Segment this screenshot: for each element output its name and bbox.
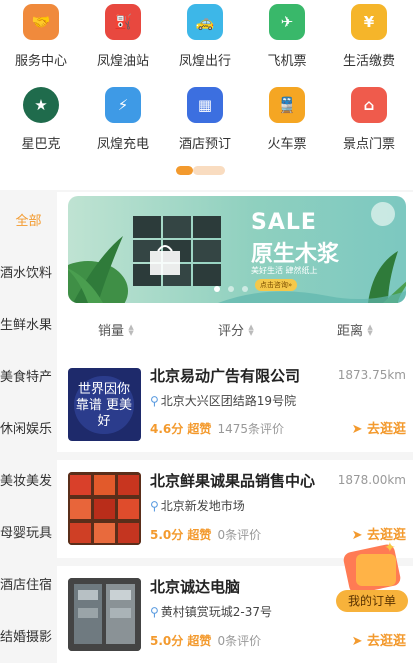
service-item[interactable]: ¥ 生活缴费 xyxy=(328,0,410,80)
shop-distance: 1873.75km xyxy=(337,368,406,382)
sort-sales[interactable]: 销量 ▲ ▼ xyxy=(98,320,135,339)
banner-dot xyxy=(228,286,234,292)
category-item-leisure[interactable]: 休闲娱乐 xyxy=(0,415,57,445)
order-clipboard-icon-front xyxy=(356,554,396,586)
service-label: 景点门票 xyxy=(342,137,395,152)
fuel-pump-icon: ⛽ xyxy=(105,4,141,40)
shop-thumbnail xyxy=(68,578,141,651)
store-front-image xyxy=(68,578,141,651)
sort-distance-label: 距离 xyxy=(337,324,364,339)
shop-rating: 5.0分 超赞 0条评价 xyxy=(150,634,262,648)
airplane-icon: ✈ xyxy=(269,4,305,40)
service-grid: 🤝 服务中心 ⛽ 凤煌油站 🚕 凤煌出行 ✈ 飞机票 ¥ 生活缴费 ★ 星巴克 … xyxy=(0,0,413,190)
category-sidebar: 全部 酒水饮料 生鲜水果 美食特产 休闲娱乐 美妆美发 母婴玩具 酒店住宿 结婚… xyxy=(0,192,57,663)
hotel-icon: ▦ xyxy=(187,87,223,123)
sort-distance[interactable]: 距离 ▲ ▼ xyxy=(337,320,374,339)
service-label: 星巴克 xyxy=(21,137,61,152)
send-icon: ➤ xyxy=(351,634,367,649)
category-item-local-food[interactable]: 美食特产 xyxy=(0,363,57,393)
service-label: 凤煌充电 xyxy=(96,137,149,152)
sparkle-icon: ✦ xyxy=(384,540,396,556)
category-item-drinks[interactable]: 酒水饮料 xyxy=(0,259,57,289)
service-item[interactable]: 🚆 火车票 xyxy=(246,83,328,163)
shop-address: ⚲ 黄村镇赏玩城2-37号 xyxy=(150,605,273,619)
service-item[interactable]: ✈ 飞机票 xyxy=(246,0,328,80)
sort-arrows-icon: ▲ ▼ xyxy=(248,322,254,337)
shop-address: ⚲ 北京新发地市场 xyxy=(150,499,245,513)
service-item[interactable]: ⚡ 凤煌充电 xyxy=(82,83,164,163)
service-item[interactable]: ⌂ 景点门票 xyxy=(328,83,410,163)
service-item[interactable]: ▦ 酒店预订 xyxy=(164,83,246,163)
shop-logo-text: 世界因你 靠谱 更美好 xyxy=(74,376,134,434)
sort-arrows-icon: ▲ ▼ xyxy=(128,322,134,337)
sort-rating-label: 评分 xyxy=(218,324,245,339)
charger-icon: ⚡ xyxy=(105,87,141,123)
coin-icon: ¥ xyxy=(351,4,387,40)
shop-thumbnail xyxy=(68,472,141,545)
shop-distance: 1878.00km xyxy=(337,473,406,487)
attraction-icon: ⌂ xyxy=(351,87,387,123)
starbucks-icon: ★ xyxy=(23,87,59,123)
shop-rating: 5.0分 超赞 0条评价 xyxy=(150,528,262,542)
handshake-icon: 🤝 xyxy=(23,4,59,40)
location-pin-icon: ⚲ xyxy=(150,605,159,619)
sort-arrows-icon: ▲ ▼ xyxy=(367,322,373,337)
visit-shop-button[interactable]: ➤ 去逛逛 xyxy=(352,418,406,437)
service-label: 飞机票 xyxy=(267,54,307,69)
service-label: 凤煌油站 xyxy=(96,54,149,69)
banner-dot xyxy=(242,286,248,292)
fruit-boxes-image xyxy=(68,472,141,545)
shop-thumbnail: 世界因你 靠谱 更美好 xyxy=(68,368,141,441)
category-item-beauty[interactable]: 美妆美发 xyxy=(0,467,57,497)
banner-tags: 美好生活 肆然纸上 xyxy=(251,266,318,275)
banner-dot-active xyxy=(214,286,220,292)
location-pin-icon: ⚲ xyxy=(150,499,159,513)
banner-sale-text: SALE xyxy=(251,210,317,235)
service-item[interactable]: 🚕 凤煌出行 xyxy=(164,0,246,80)
service-label: 凤煌出行 xyxy=(178,54,231,69)
banner-illustration xyxy=(68,202,406,303)
pager-indicator-active xyxy=(176,166,193,175)
category-item-hotel[interactable]: 酒店住宿 xyxy=(0,571,57,601)
promo-banner[interactable]: SALE 原生木浆 美好生活 肆然纸上 点击咨询» xyxy=(68,196,406,303)
pager-indicator xyxy=(193,166,225,175)
sort-rating[interactable]: 评分 ▲ ▼ xyxy=(218,320,255,339)
service-item[interactable]: ⛽ 凤煌油站 xyxy=(82,0,164,80)
location-pin-icon: ⚲ xyxy=(150,394,159,408)
service-item[interactable]: 🤝 服务中心 xyxy=(0,0,82,80)
sort-bar: 销量 ▲ ▼ 评分 ▲ ▼ 距离 ▲ ▼ xyxy=(57,314,413,344)
shop-name: 北京鲜果诚果品销售中心 xyxy=(150,472,316,490)
service-item[interactable]: ★ 星巴克 xyxy=(0,83,82,163)
shop-address: ⚲ 北京大兴区团结路19号院 xyxy=(150,394,297,408)
service-label: 生活缴费 xyxy=(342,54,395,69)
category-item-baby-toys[interactable]: 母婴玩具 xyxy=(0,519,57,549)
service-label: 火车票 xyxy=(267,137,307,152)
my-orders-label: 我的订单 xyxy=(336,590,408,612)
shop-name: 北京易动广告有限公司 xyxy=(150,367,301,385)
service-label: 酒店预订 xyxy=(178,137,231,152)
banner-title: 原生木浆 xyxy=(251,242,340,267)
shop-name: 北京诚达电脑 xyxy=(150,578,241,596)
category-item-all[interactable]: 全部 xyxy=(0,207,57,237)
service-label: 服务中心 xyxy=(14,54,67,69)
banner-consult-button[interactable]: 点击咨询» xyxy=(255,279,297,291)
sort-sales-label: 销量 xyxy=(98,324,125,339)
category-item-wedding-photo[interactable]: 结婚摄影 xyxy=(0,623,57,653)
my-orders-button[interactable]: ✦ 我的订单 xyxy=(336,540,408,612)
category-item-fresh-fruit[interactable]: 生鲜水果 xyxy=(0,311,57,341)
taxi-icon: 🚕 xyxy=(187,4,223,40)
shop-list-item[interactable]: 世界因你 靠谱 更美好 北京易动广告有限公司 1873.75km ⚲ 北京大兴区团… xyxy=(57,352,413,452)
send-icon: ➤ xyxy=(351,422,367,437)
visit-shop-button[interactable]: ➤ 去逛逛 xyxy=(352,630,406,649)
train-icon: 🚆 xyxy=(269,87,305,123)
shop-rating: 4.6分 超赞 1475条评价 xyxy=(150,422,284,436)
